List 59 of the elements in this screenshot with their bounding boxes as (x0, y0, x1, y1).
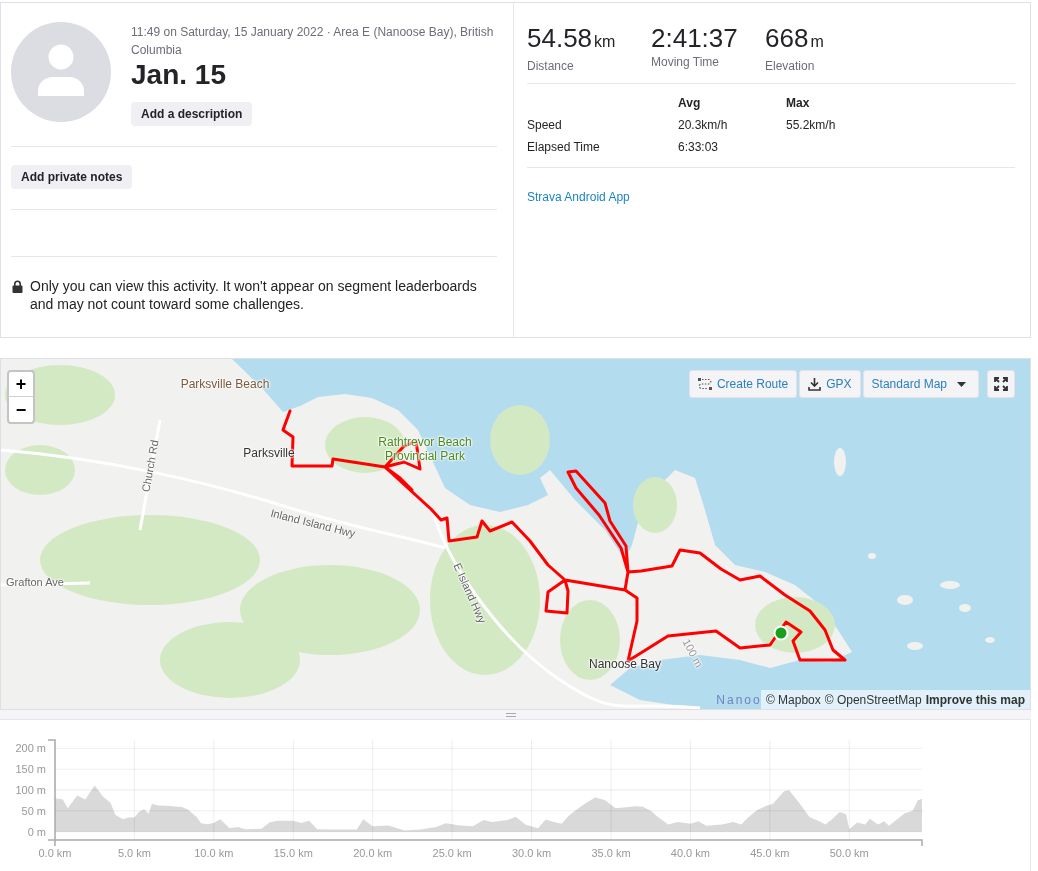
add-notes-button[interactable]: Add private notes (11, 165, 133, 189)
create-route-button[interactable]: Create Route (688, 370, 798, 398)
place-label: Nanoose Bay (589, 657, 661, 671)
caret-icon (957, 381, 966, 387)
y-axis-label: 200 m (15, 742, 46, 755)
fullscreen-icon (994, 377, 1008, 391)
stat-label: Distance (527, 58, 575, 74)
add-description-button[interactable]: Add a description (131, 102, 253, 126)
lock-icon (12, 280, 23, 293)
row-label: Elapsed Time (527, 139, 601, 156)
x-axis-label: 15.0 km (273, 847, 313, 859)
y-axis-label: 50 m (21, 804, 46, 817)
route-icon (697, 378, 712, 390)
road-label: Inland Island Hwy (269, 505, 357, 541)
fullscreen-button[interactable] (987, 370, 1015, 398)
x-axis-label: 0.0 km (38, 847, 72, 859)
improve-map-link[interactable]: Improve this map (925, 692, 1025, 707)
map-style-dropdown[interactable]: Standard Map (862, 370, 979, 398)
table-cell-text: 20.3km/h (678, 117, 729, 134)
x-axis-label: 45.0 km (750, 847, 790, 859)
download-icon (808, 377, 822, 391)
zoom-out-button[interactable]: − (7, 397, 35, 424)
avatar-icon (11, 22, 111, 122)
x-axis-label: 40.0 km (670, 847, 710, 859)
stat-label: Elevation (765, 58, 816, 74)
credit-link[interactable]: © Mapbox (765, 692, 821, 707)
stat-value: 2:41:37 (651, 22, 739, 54)
beach-label: Parksville Beach (180, 377, 270, 391)
x-axis-label: 20.0 km (353, 847, 393, 859)
road-label: Grafton Ave (6, 575, 64, 589)
column-header: Max (786, 95, 811, 112)
start-marker-icon (773, 625, 789, 641)
road-label: Church Rd (138, 438, 162, 494)
x-axis-label: 35.0 km (591, 847, 631, 859)
activity-meta: 11:49 on Saturday, 15 January 2022 · Area E (Nanoose Bay), British Columbia (131, 24, 495, 59)
y-axis-label: 150 m (15, 763, 46, 776)
stat-value: 668m (765, 22, 825, 55)
table-cell-text: 55.2km/h (786, 117, 837, 134)
x-axis-label: 25.0 km (432, 847, 472, 859)
zoom-in-button[interactable]: + (7, 370, 35, 397)
row-label: Speed (527, 117, 563, 134)
privacy-notice: Only you can view this activity. It won't appear on segment leaderboards and may not count toward some challenges. (30, 277, 478, 313)
y-axis-label: 0 m (27, 825, 46, 838)
stat-value: 54.58 km (527, 22, 617, 55)
y-axis-label: 100 m (15, 784, 46, 796)
gpx-download-button[interactable]: GPX (799, 370, 861, 398)
drag-handle-icon[interactable] (506, 712, 516, 717)
x-axis-label: 30.0 km (511, 847, 552, 859)
x-axis-label: 10.0 km (194, 847, 234, 859)
activity-title: Jan. 15 (131, 59, 227, 91)
x-axis-label: 50.0 km (829, 847, 869, 859)
x-axis-label: 5.0 km (117, 847, 151, 859)
device-link[interactable]: Strava Android App (527, 189, 630, 205)
column-header: Avg (678, 95, 702, 112)
table-cell-text: 6:33:03 (678, 139, 720, 156)
contour-label: 100 m (679, 636, 707, 670)
water-label: Nanoo (716, 693, 762, 707)
stat-label: Moving Time (651, 54, 721, 70)
credit-link[interactable]: © OpenStreetMap (824, 692, 922, 707)
